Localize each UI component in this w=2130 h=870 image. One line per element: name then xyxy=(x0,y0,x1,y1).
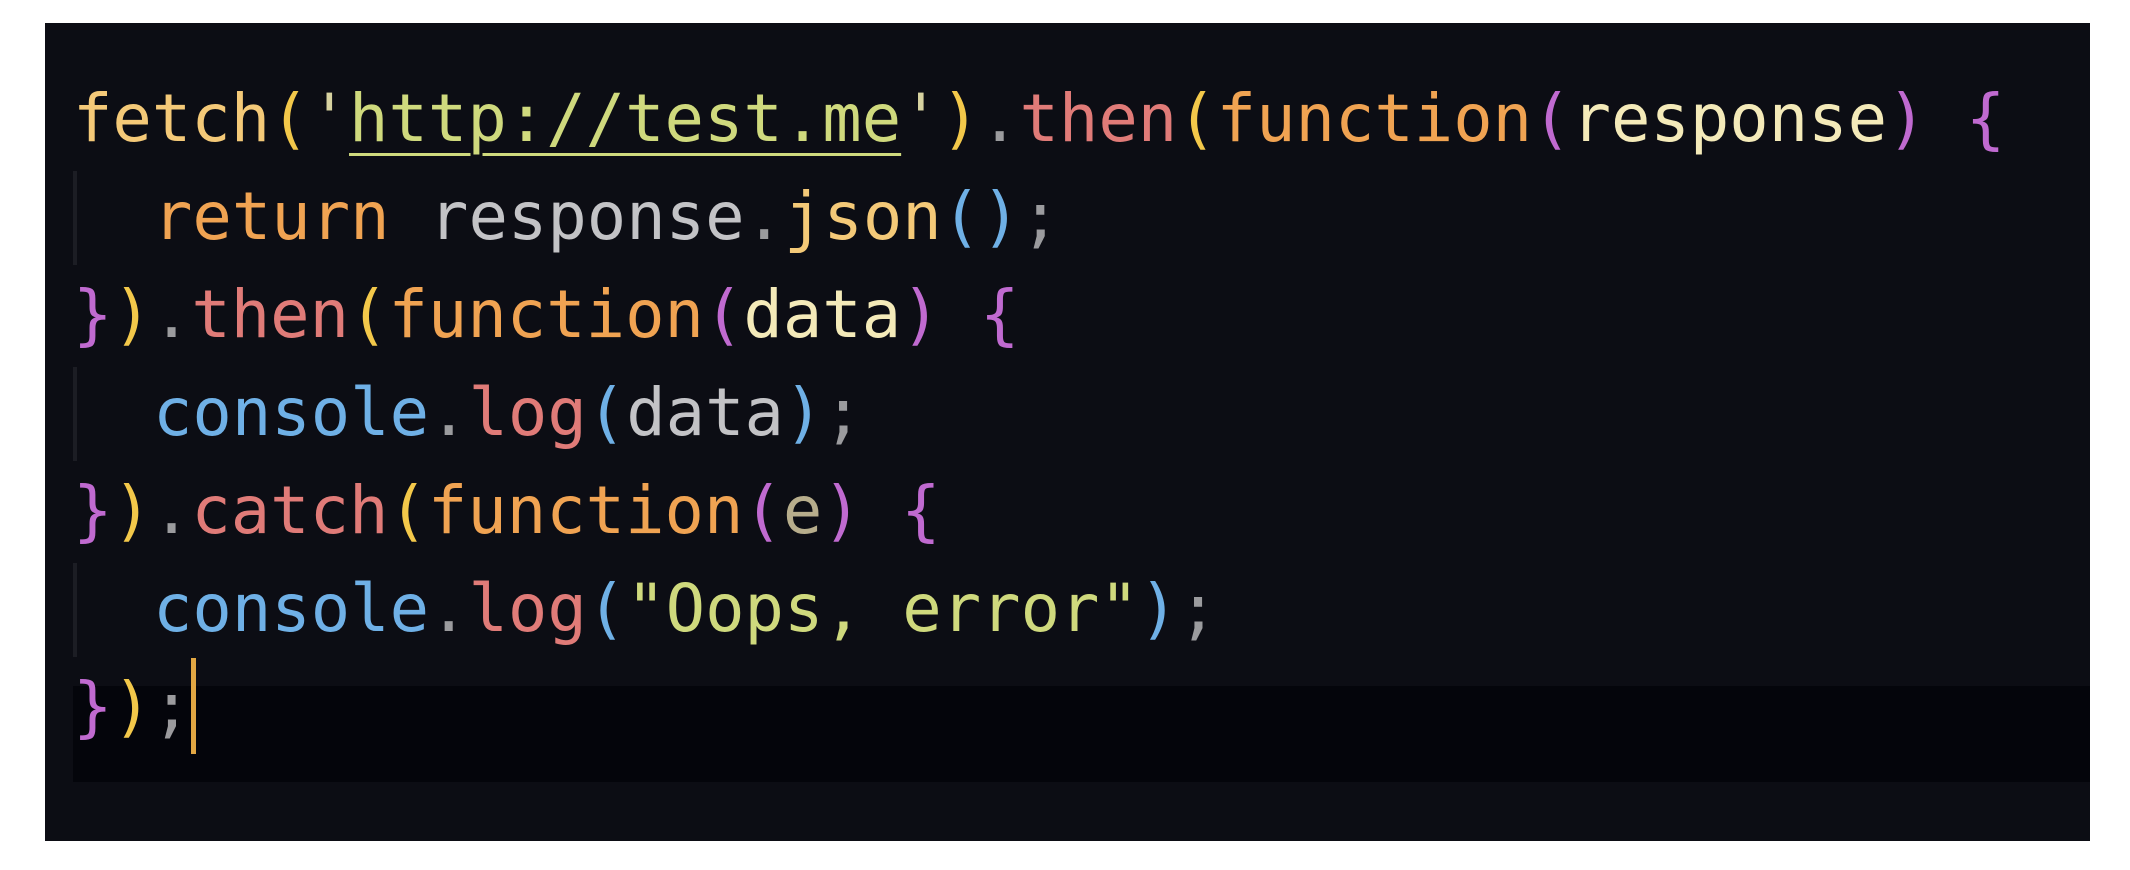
token-paren-2: ( xyxy=(703,277,744,353)
token-paren-2: ( xyxy=(743,473,783,549)
token-punct: . xyxy=(744,179,784,255)
token-keyword: function xyxy=(1216,81,1533,157)
code-line-content: }).then(function(data) { xyxy=(73,266,1019,364)
token-paren-1: ) xyxy=(112,669,152,745)
token-punct: ; xyxy=(823,375,863,451)
code-line-content: }).catch(function(e) { xyxy=(73,462,941,560)
token-paren-1: ) xyxy=(112,277,152,353)
token-paren-1: ) xyxy=(112,473,152,549)
token-method: then xyxy=(191,277,350,353)
token-punct: ; xyxy=(151,669,192,745)
token-punct: . xyxy=(151,473,192,549)
token-paren-2: ) xyxy=(822,473,862,549)
token-punct: ; xyxy=(1178,571,1218,647)
code-editor[interactable]: fetch('http://test.me').then(function(re… xyxy=(45,23,2090,841)
token-paren-3: ) xyxy=(1138,571,1179,647)
token-brace: } xyxy=(73,669,113,745)
token-brace: { xyxy=(980,277,1020,353)
token-punct: ; xyxy=(1020,179,1061,255)
token-brace: { xyxy=(1965,81,2006,157)
token-method: catch xyxy=(191,473,389,549)
token-punct: . xyxy=(429,375,469,451)
token-paren-3: ( xyxy=(586,375,627,451)
token-string: ' xyxy=(901,81,941,157)
token-method: then xyxy=(1019,81,1178,157)
token-brace: { xyxy=(901,473,941,549)
token-object: console xyxy=(153,571,430,647)
text-cursor xyxy=(191,658,197,754)
token-function-name: fetch xyxy=(73,81,271,157)
code-line-content: console.log(data); xyxy=(73,364,863,462)
current-line-highlight xyxy=(73,686,2090,782)
code-line-content: }); xyxy=(73,658,197,756)
token-keyword: function xyxy=(427,473,744,549)
code-line-content: return response.json(); xyxy=(73,168,1060,266)
token-keyword: return xyxy=(153,179,390,255)
token-string-literal: "Oops, error" xyxy=(626,571,1139,647)
token-paren-2: ) xyxy=(1887,81,1927,157)
token-punct: . xyxy=(980,81,1020,157)
token-param: data xyxy=(743,277,902,353)
token-punct: . xyxy=(151,277,192,353)
token-string: ' xyxy=(309,81,350,157)
token-method: log xyxy=(468,571,587,647)
token-paren-3: ( xyxy=(586,571,627,647)
token-keyword: function xyxy=(388,277,704,353)
token-paren-3: () xyxy=(941,179,1021,255)
token-paren-1: ( xyxy=(388,473,428,549)
token-param: response xyxy=(1571,81,1888,157)
code-line-content: fetch('http://test.me').then(function(re… xyxy=(73,70,2005,168)
token-paren-1: ( xyxy=(270,81,310,157)
token-object: console xyxy=(153,375,430,451)
token-paren-3: ) xyxy=(783,375,824,451)
token-paren-2: ) xyxy=(901,277,941,353)
token-method: log xyxy=(468,375,587,451)
token-paren-1: ( xyxy=(349,277,389,353)
token-paren-1: ( xyxy=(1177,81,1217,157)
token-variable: response xyxy=(429,179,745,255)
token-punct: . xyxy=(429,571,469,647)
token-paren-2: ( xyxy=(1532,81,1572,157)
token-param-dim: e xyxy=(782,473,823,549)
token-brace: } xyxy=(73,473,113,549)
code-line-content: console.log("Oops, error"); xyxy=(73,560,1218,658)
token-variable: data xyxy=(626,375,784,451)
token-brace: } xyxy=(73,277,113,353)
token-url: http://test.me xyxy=(349,81,902,157)
token-function-name: json xyxy=(783,179,942,255)
token-paren-1: ) xyxy=(940,81,981,157)
